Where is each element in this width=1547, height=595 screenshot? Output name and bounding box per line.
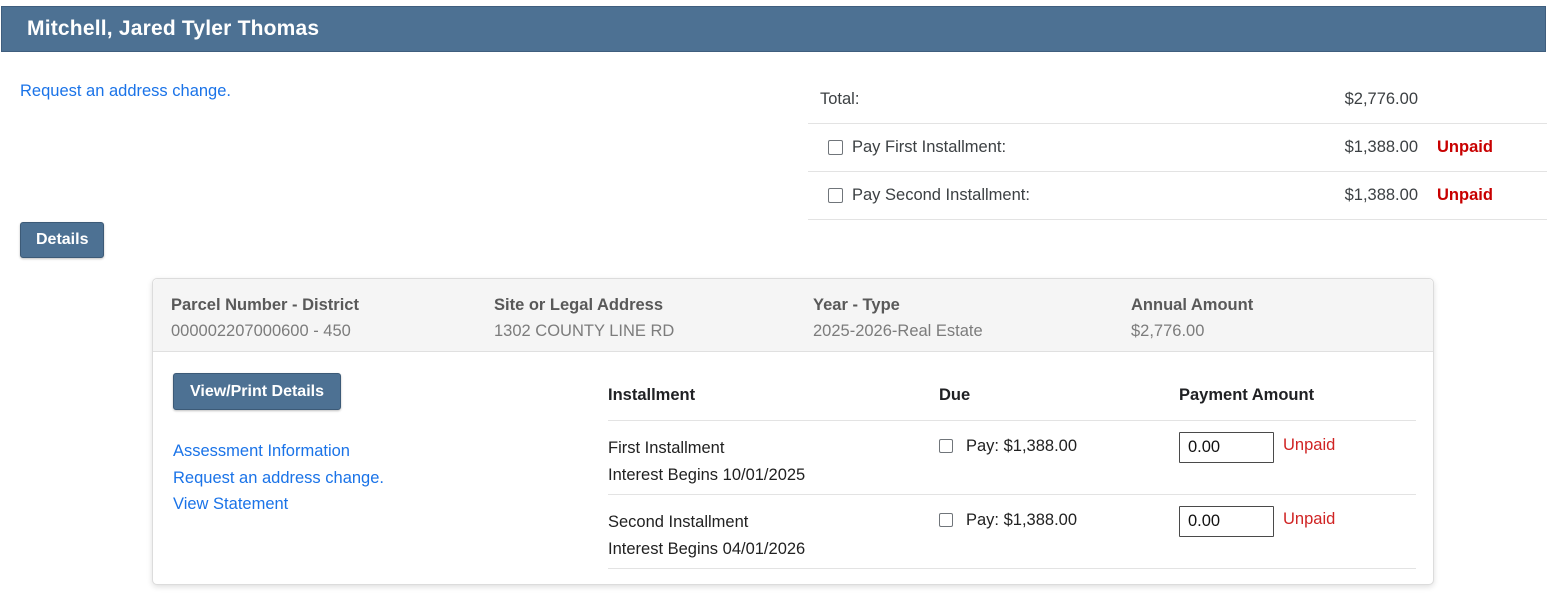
interest-begins-text: Interest Begins 04/01/2026	[608, 540, 805, 558]
details-button[interactable]: Details	[20, 222, 104, 258]
parcel-number-label: Parcel Number - District	[171, 292, 359, 318]
installment-table: Installment Due Payment Amount First Ins…	[608, 376, 1416, 569]
row-pay-checkbox-second[interactable]	[939, 513, 953, 527]
assessment-information-link[interactable]: Assessment Information	[173, 438, 384, 465]
installment-table-header: Installment Due Payment Amount	[608, 376, 1416, 421]
payment-amount-cell: Unpaid	[1179, 495, 1416, 568]
second-installment-amount: $1,388.00	[1345, 186, 1418, 205]
first-installment-label: Pay First Installment:	[852, 138, 1345, 157]
installment-name: Second Installment	[608, 513, 748, 531]
second-installment-status-badge: Unpaid	[1418, 186, 1547, 205]
first-installment-table-row: First Installment Interest Begins 10/01/…	[608, 421, 1416, 495]
first-installment-status-badge: Unpaid	[1418, 138, 1547, 157]
view-statement-link[interactable]: View Statement	[173, 491, 384, 518]
payment-amount-input-second[interactable]	[1179, 506, 1274, 537]
site-address-column: Site or Legal Address 1302 COUNTY LINE R…	[494, 292, 674, 344]
due-amount-text: Pay: $1,388.00	[966, 437, 1077, 456]
payment-amount-cell: Unpaid	[1179, 421, 1416, 494]
pay-second-installment-checkbox[interactable]	[828, 188, 843, 203]
first-installment-amount: $1,388.00	[1345, 138, 1418, 157]
view-print-details-button[interactable]: View/Print Details	[173, 373, 341, 410]
annual-amount-column: Annual Amount $2,776.00	[1131, 292, 1253, 344]
summary-second-installment-row: Pay Second Installment: $1,388.00 Unpaid	[808, 172, 1547, 220]
installment-name-cell: First Installment Interest Begins 10/01/…	[608, 421, 939, 494]
due-amount-text: Pay: $1,388.00	[966, 511, 1077, 530]
payment-amount-input-first[interactable]	[1179, 432, 1274, 463]
row-status-unpaid-second: Unpaid	[1283, 510, 1335, 529]
row-pay-checkbox-first[interactable]	[939, 439, 953, 453]
total-label: Total:	[820, 90, 1345, 109]
due-column-header: Due	[939, 386, 1179, 405]
tax-payment-page: Mitchell, Jared Tyler Thomas Request an …	[0, 0, 1547, 595]
taxpayer-name-header: Mitchell, Jared Tyler Thomas	[1, 6, 1546, 52]
installment-name-cell: Second Installment Interest Begins 04/01…	[608, 495, 939, 568]
site-address-value: 1302 COUNTY LINE RD	[494, 318, 674, 344]
interest-begins-text: Interest Begins 10/01/2025	[608, 466, 805, 484]
second-installment-table-row: Second Installment Interest Begins 04/01…	[608, 495, 1416, 569]
parcel-number-value: 000002207000600 - 450	[171, 318, 359, 344]
parcel-summary-header: Parcel Number - District 000002207000600…	[153, 279, 1433, 352]
parcel-action-links: Assessment Information Request an addres…	[173, 438, 384, 518]
site-address-label: Site or Legal Address	[494, 292, 674, 318]
installment-column-header: Installment	[608, 386, 939, 405]
total-amount: $2,776.00	[1345, 90, 1418, 109]
year-type-column: Year - Type 2025-2026-Real Estate	[813, 292, 983, 344]
year-type-value: 2025-2026-Real Estate	[813, 318, 983, 344]
due-cell: Pay: $1,388.00	[939, 421, 1179, 494]
payment-summary-table: Total: $2,776.00 Pay First Installment: …	[808, 76, 1547, 220]
annual-amount-value: $2,776.00	[1131, 318, 1253, 344]
summary-first-installment-row: Pay First Installment: $1,388.00 Unpaid	[808, 124, 1547, 172]
parcel-details-body: View/Print Details Assessment Informatio…	[153, 352, 1433, 584]
annual-amount-label: Annual Amount	[1131, 292, 1253, 318]
address-change-link-card[interactable]: Request an address change.	[173, 465, 384, 492]
second-installment-label: Pay Second Installment:	[852, 186, 1345, 205]
due-cell: Pay: $1,388.00	[939, 495, 1179, 568]
parcel-details-card: Parcel Number - District 000002207000600…	[152, 278, 1434, 585]
installment-name: First Installment	[608, 439, 724, 457]
summary-total-row: Total: $2,776.00	[808, 76, 1547, 124]
year-type-label: Year - Type	[813, 292, 983, 318]
row-status-unpaid-first: Unpaid	[1283, 436, 1335, 455]
address-change-link-top[interactable]: Request an address change.	[20, 82, 231, 101]
page-title: Mitchell, Jared Tyler Thomas	[27, 17, 319, 41]
payment-amount-column-header: Payment Amount	[1179, 386, 1416, 405]
pay-first-installment-checkbox[interactable]	[828, 140, 843, 155]
parcel-number-column: Parcel Number - District 000002207000600…	[171, 292, 359, 344]
